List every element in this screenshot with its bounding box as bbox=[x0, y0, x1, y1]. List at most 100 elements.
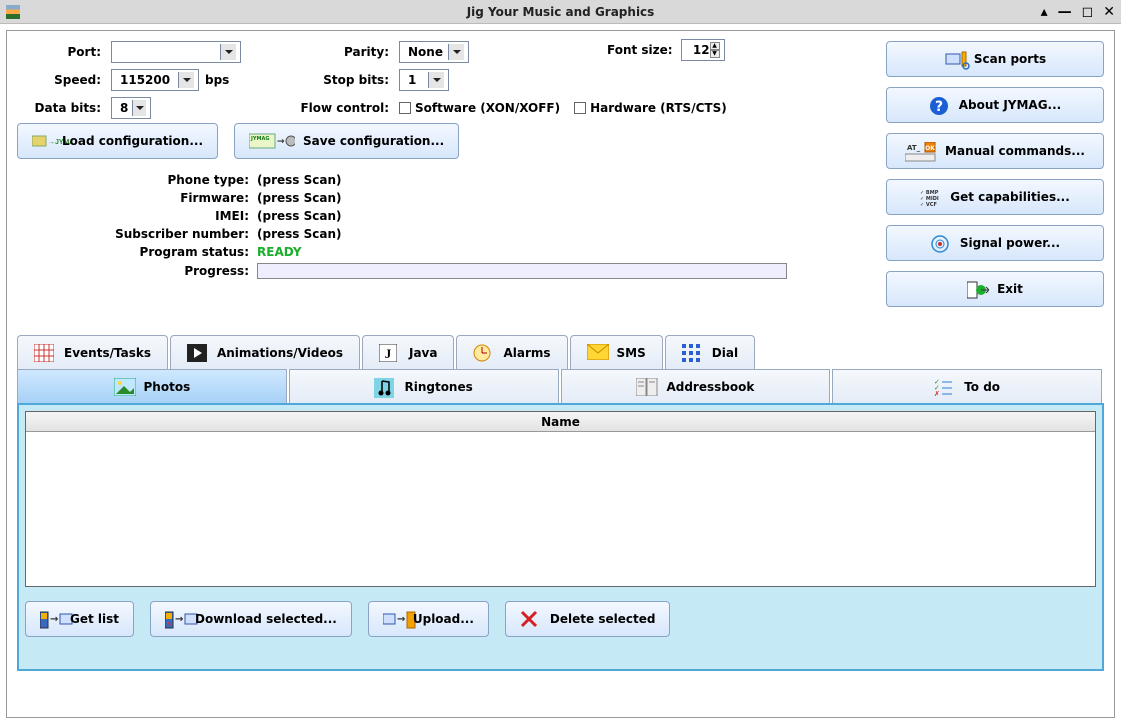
stopbits-select[interactable]: 1 bbox=[399, 69, 449, 91]
calendar-icon bbox=[34, 344, 56, 362]
download-icon: → bbox=[165, 610, 187, 628]
java-icon: J bbox=[379, 344, 401, 362]
svg-text:→: → bbox=[397, 614, 405, 625]
spin-down-icon[interactable]: ▼ bbox=[710, 50, 720, 58]
databits-select[interactable]: 8 bbox=[111, 97, 151, 119]
chevron-down-icon bbox=[220, 44, 236, 60]
film-icon bbox=[187, 344, 209, 362]
parity-label: Parity: bbox=[275, 45, 395, 59]
firmware-value: (press Scan) bbox=[257, 191, 870, 205]
table-header-name[interactable]: Name bbox=[26, 412, 1095, 432]
progress-label: Progress: bbox=[17, 264, 257, 278]
spin-up-icon[interactable]: ▲ bbox=[710, 42, 720, 50]
clock-icon bbox=[473, 344, 495, 362]
download-button[interactable]: → Download selected... bbox=[150, 601, 352, 637]
svg-text:✓ VCF: ✓ VCF bbox=[920, 202, 937, 208]
svg-text:→: → bbox=[277, 137, 285, 147]
keyboard-icon: AT_OK bbox=[905, 142, 937, 160]
upload-icon: → bbox=[383, 610, 405, 628]
close-icon[interactable]: ✕ bbox=[1103, 4, 1115, 20]
flow-software-checkbox[interactable]: Software (XON/XOFF) bbox=[399, 101, 560, 115]
list-icon: ✓ BMP✓ MIDI✓ VCF bbox=[920, 188, 942, 206]
manual-commands-button[interactable]: AT_OK Manual commands... bbox=[886, 133, 1104, 169]
main-frame: Port: Parity: None Speed: 115200 bps bbox=[6, 30, 1115, 718]
exit-icon bbox=[967, 280, 989, 298]
imei-value: (press Scan) bbox=[257, 209, 870, 223]
stopbits-label: Stop bits: bbox=[275, 73, 395, 87]
question-icon: ? bbox=[929, 96, 951, 114]
phone-type-value: (press Scan) bbox=[257, 173, 870, 187]
checkbox-icon bbox=[574, 102, 586, 114]
tab-java[interactable]: J Java bbox=[362, 335, 454, 369]
font-size-spinner[interactable]: ▲▼ bbox=[681, 39, 725, 61]
imei-label: IMEI: bbox=[17, 209, 257, 223]
svg-text:JYMAG: JYMAG bbox=[250, 136, 269, 142]
save-icon: JYMAG → bbox=[249, 132, 295, 150]
font-size-label: Font size: bbox=[607, 43, 673, 57]
upload-button[interactable]: → Upload... bbox=[368, 601, 489, 637]
flow-hardware-checkbox[interactable]: Hardware (RTS/CTS) bbox=[574, 101, 727, 115]
port-label: Port: bbox=[17, 45, 107, 59]
photo-icon bbox=[114, 378, 136, 396]
scan-ports-button[interactable]: Scan ports bbox=[886, 41, 1104, 77]
subscriber-label: Subscriber number: bbox=[17, 227, 257, 241]
svg-text:✗: ✗ bbox=[934, 390, 940, 396]
phone-to-pc-icon: → bbox=[40, 610, 62, 628]
status-label: Program status: bbox=[17, 245, 257, 259]
tab-todo[interactable]: ✓✓✗ To do bbox=[832, 369, 1102, 403]
tab-events[interactable]: Events/Tasks bbox=[17, 335, 168, 369]
envelope-icon bbox=[587, 344, 609, 362]
svg-text:→: → bbox=[175, 614, 183, 625]
save-config-button[interactable]: JYMAG→ Save configuration... bbox=[234, 123, 459, 159]
subscriber-value: (press Scan) bbox=[257, 227, 870, 241]
rollup-icon[interactable]: ▴ bbox=[1041, 4, 1048, 20]
dialpad-icon bbox=[682, 344, 704, 362]
svg-text:J: J bbox=[385, 346, 392, 361]
tab-animations[interactable]: Animations/Videos bbox=[170, 335, 360, 369]
speed-select[interactable]: 115200 bbox=[111, 69, 199, 91]
tab-alarms[interactable]: Alarms bbox=[456, 335, 567, 369]
chevron-down-icon bbox=[178, 72, 194, 88]
content-pane: Name → Get list → Download selected... →… bbox=[17, 403, 1104, 671]
tab-addressbook[interactable]: Addressbook bbox=[561, 369, 831, 403]
load-config-button[interactable]: →JYMAG Load configuration... bbox=[17, 123, 218, 159]
flowcontrol-label: Flow control: bbox=[275, 101, 395, 115]
port-select[interactable] bbox=[111, 41, 241, 63]
app-icon bbox=[6, 5, 20, 19]
delete-icon bbox=[520, 610, 542, 628]
get-list-button[interactable]: → Get list bbox=[25, 601, 134, 637]
checklist-icon: ✓✓✗ bbox=[934, 378, 956, 396]
chevron-down-icon bbox=[132, 100, 146, 116]
get-capabilities-button[interactable]: ✓ BMP✓ MIDI✓ VCF Get capabilities... bbox=[886, 179, 1104, 215]
tab-ringtones[interactable]: Ringtones bbox=[289, 369, 559, 403]
maximize-icon[interactable]: ◻ bbox=[1082, 4, 1094, 20]
exit-button[interactable]: Exit bbox=[886, 271, 1104, 307]
minimize-icon[interactable]: — bbox=[1058, 4, 1072, 20]
tab-sms[interactable]: SMS bbox=[570, 335, 663, 369]
parity-select[interactable]: None bbox=[399, 41, 469, 63]
font-size-input[interactable] bbox=[686, 43, 710, 57]
svg-text:OK: OK bbox=[925, 145, 935, 152]
load-icon: →JYMAG bbox=[32, 132, 54, 150]
checkbox-icon bbox=[399, 102, 411, 114]
about-button[interactable]: ? About JYMAG... bbox=[886, 87, 1104, 123]
book-icon bbox=[636, 378, 658, 396]
speed-unit: bps bbox=[205, 73, 229, 87]
signal-power-button[interactable]: Signal power... bbox=[886, 225, 1104, 261]
svg-text:?: ? bbox=[935, 99, 943, 115]
titlebar: Jig Your Music and Graphics ▴ — ◻ ✕ bbox=[0, 0, 1121, 24]
delete-button[interactable]: Delete selected bbox=[505, 601, 671, 637]
music-icon bbox=[374, 378, 396, 396]
firmware-label: Firmware: bbox=[17, 191, 257, 205]
phone-type-label: Phone type: bbox=[17, 173, 257, 187]
tab-photos[interactable]: Photos bbox=[17, 369, 287, 403]
antenna-icon bbox=[930, 234, 952, 252]
status-value: READY bbox=[257, 245, 870, 259]
speed-label: Speed: bbox=[17, 73, 107, 87]
databits-label: Data bits: bbox=[17, 101, 107, 115]
list-table[interactable]: Name bbox=[25, 411, 1096, 587]
chevron-down-icon bbox=[428, 72, 444, 88]
svg-text:→: → bbox=[50, 614, 58, 625]
tab-dial[interactable]: Dial bbox=[665, 335, 755, 369]
scan-icon bbox=[944, 50, 966, 68]
